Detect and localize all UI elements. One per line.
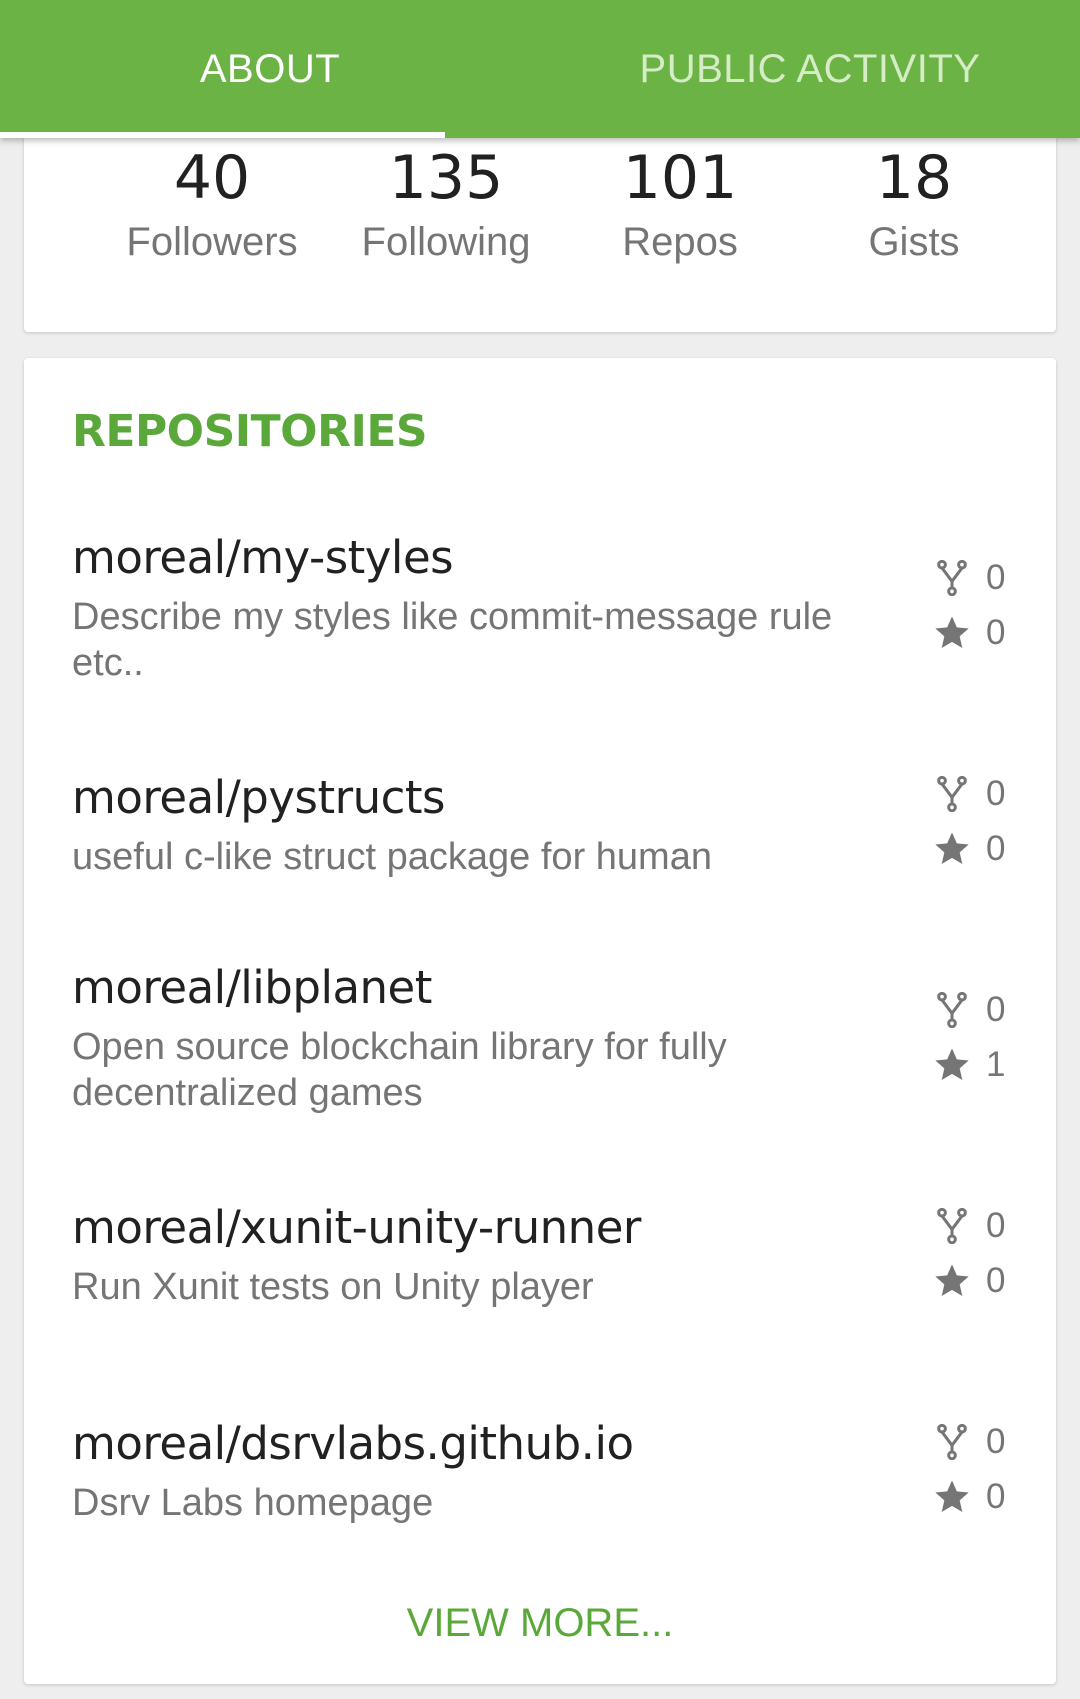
repo-description: Run Xunit tests on Unity player — [72, 1266, 594, 1308]
stat-value: 40 — [173, 143, 251, 213]
repo-item[interactable]: moreal/libplanet Open source blockchain … — [72, 958, 1012, 1116]
tab-indicator — [0, 132, 445, 138]
repo-name: moreal/my-styles — [72, 531, 454, 584]
repo-description: Open source blockchain library for fully… — [72, 1026, 727, 1114]
repo-meta: 0 0 — [932, 766, 1012, 876]
stat-value: 135 — [388, 143, 504, 213]
tab-about[interactable]: ABOUT — [0, 0, 540, 138]
fork-icon — [937, 1207, 967, 1244]
tab-bar: ABOUT PUBLIC ACTIVITY — [0, 0, 1080, 138]
fork-count: 0 — [986, 773, 1006, 813]
fork-count: 0 — [986, 989, 1006, 1029]
star-count-row: 0 — [932, 1469, 1012, 1524]
fork-count: 0 — [986, 557, 1006, 597]
fork-count: 0 — [986, 1421, 1006, 1461]
star-icon — [935, 615, 969, 648]
star-count-row: 1 — [932, 1037, 1012, 1092]
repo-description: Dsrv Labs homepage — [72, 1482, 434, 1524]
fork-icon — [937, 1423, 967, 1460]
repositories-title: REPOSITORIES — [72, 406, 428, 457]
star-icon — [935, 1263, 969, 1296]
stat-repos[interactable]: 101 Repos — [560, 140, 800, 268]
stat-label: Followers — [126, 220, 298, 264]
repo-item[interactable]: moreal/my-styles Describe my styles like… — [72, 528, 1012, 686]
star-count: 1 — [986, 1044, 1006, 1084]
fork-count-row: 0 — [932, 1414, 1012, 1469]
fork-count-row: 0 — [932, 550, 1012, 605]
star-icon — [935, 1047, 969, 1080]
tab-public-activity[interactable]: PUBLIC ACTIVITY — [540, 0, 1080, 138]
star-icon — [935, 831, 969, 864]
fork-count-row: 0 — [932, 766, 1012, 821]
star-count: 0 — [986, 1260, 1006, 1300]
repo-meta: 0 0 — [932, 1414, 1012, 1524]
star-count-row: 0 — [932, 1253, 1012, 1308]
stat-label: Gists — [868, 220, 960, 264]
repo-name: moreal/pystructs — [72, 771, 445, 824]
star-count: 0 — [986, 1476, 1006, 1516]
repo-description: useful c-like struct package for human — [72, 836, 712, 878]
stat-following[interactable]: 135 Following — [326, 140, 566, 268]
repo-meta: 0 0 — [932, 550, 1012, 660]
star-icon — [935, 1479, 969, 1512]
fork-icon — [937, 559, 967, 596]
repo-meta: 0 0 — [932, 1198, 1012, 1308]
repo-name: moreal/libplanet — [72, 961, 432, 1014]
star-count-row: 0 — [932, 821, 1012, 876]
repo-meta: 0 1 — [932, 982, 1012, 1092]
stat-followers[interactable]: 40 Followers — [92, 140, 332, 268]
stat-label: Repos — [622, 220, 738, 264]
repo-item[interactable]: moreal/dsrvlabs.github.io Dsrv Labs home… — [72, 1414, 1012, 1526]
stat-value: 101 — [622, 143, 738, 213]
star-count: 0 — [986, 828, 1006, 868]
stat-value: 18 — [875, 143, 953, 213]
fork-icon — [937, 775, 967, 812]
repositories-card: REPOSITORIES moreal/my-styles Describe m… — [24, 358, 1056, 1684]
star-count-row: 0 — [932, 605, 1012, 660]
view-more-button[interactable]: VIEW MORE... — [24, 1601, 1056, 1646]
repo-description: Describe my styles like commit-message r… — [72, 596, 833, 684]
fork-count-row: 0 — [932, 1198, 1012, 1253]
star-count: 0 — [986, 612, 1006, 652]
fork-count-row: 0 — [932, 982, 1012, 1037]
repo-name: moreal/dsrvlabs.github.io — [72, 1417, 634, 1470]
repo-item[interactable]: moreal/xunit-unity-runner Run Xunit test… — [72, 1198, 1012, 1310]
stat-gists[interactable]: 18 Gists — [794, 140, 1034, 268]
repo-name: moreal/xunit-unity-runner — [72, 1201, 641, 1254]
fork-icon — [937, 991, 967, 1028]
stat-label: Following — [361, 220, 531, 264]
repo-item[interactable]: moreal/pystructs useful c-like struct pa… — [72, 768, 1012, 880]
fork-count: 0 — [986, 1205, 1006, 1245]
